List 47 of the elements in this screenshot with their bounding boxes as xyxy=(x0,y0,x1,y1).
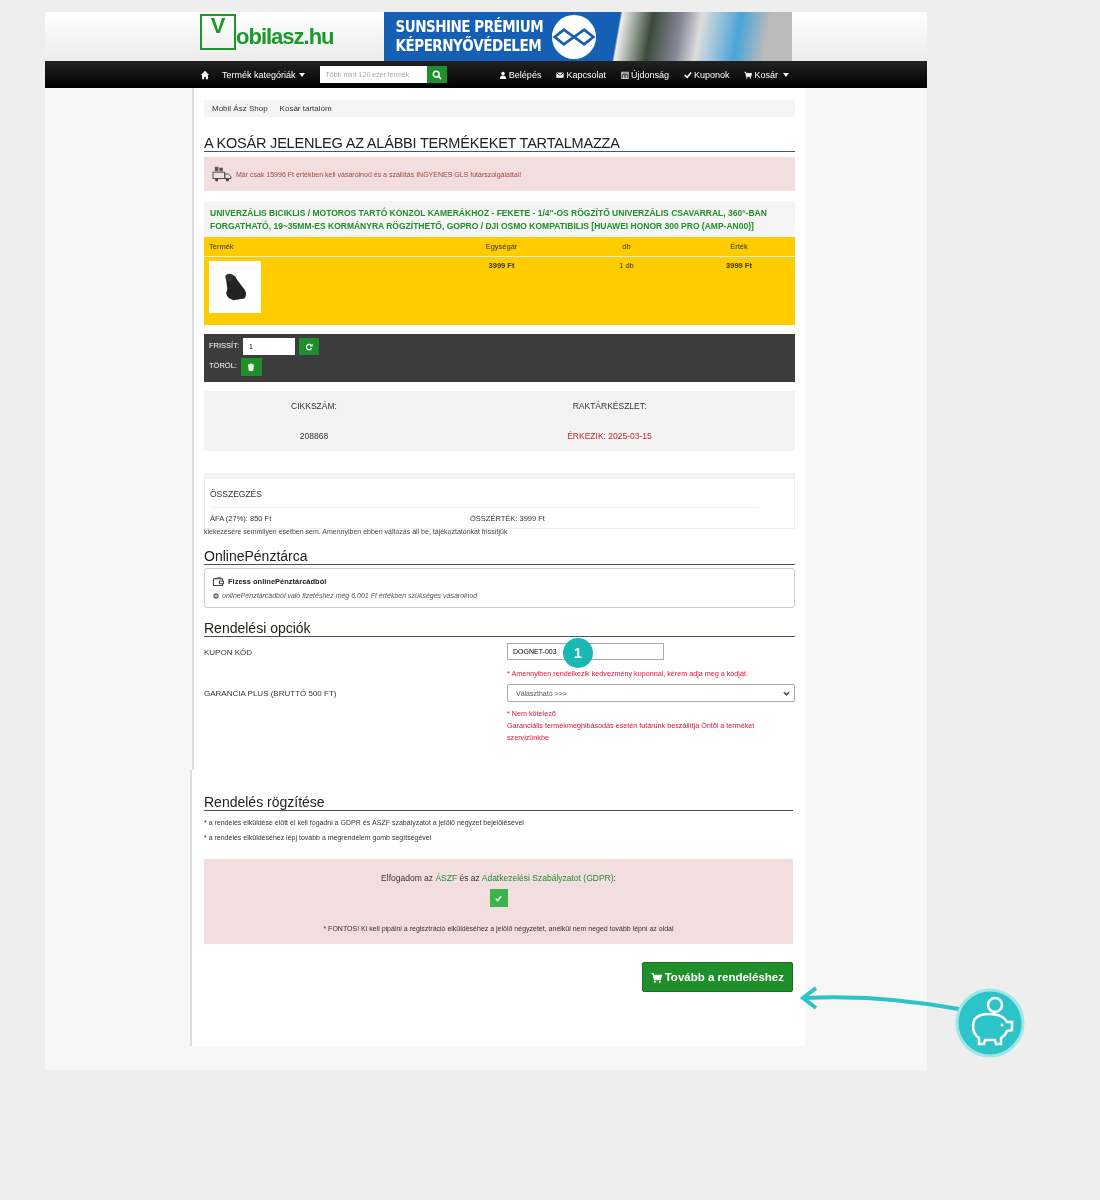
plus-circle-icon xyxy=(213,592,219,599)
coupon-label: KUPON KÓD xyxy=(204,647,253,659)
section-heading: Rendelés rögzítése xyxy=(204,794,793,811)
product-title[interactable]: UNIVERZÁLIS BICIKLIS / MOTOROS TARTÓ KONZOL KAMERÁKHOZ - FEKETE - 1/4"-OS RÖGZÍTŐ UNIVERZÁLIS CSAVARRAL, 360°-BAN FORGATHATÓ, 19~35MM-ES KORMÁNYRA RÖGZÍTHETŐ, GOPRO / DJI OSMO KOMPATIBILIS [HUAWEI HONOR 300 PRO (AMP-AN00)] xyxy=(204,207,795,237)
caret-icon xyxy=(298,72,305,77)
stock-label: RAKTÁRKÉSZLET: xyxy=(572,401,647,411)
delete-button[interactable] xyxy=(240,358,262,376)
brand-emblem-icon xyxy=(551,13,598,60)
warranty-label: GARANCIA PLUS (BRUTTÓ 500 FT) xyxy=(204,688,338,700)
cart-icon xyxy=(650,971,662,983)
refresh-icon xyxy=(305,342,313,351)
breadcrumb-link[interactable]: Kosár tartalom xyxy=(279,104,332,113)
truck-icon xyxy=(212,165,232,183)
nav-link[interactable]: Újdonság xyxy=(620,69,669,80)
continue-order-button[interactable]: Tovább a rendeléshez xyxy=(641,962,793,992)
section-heading: Rendelési opciók xyxy=(204,620,795,637)
checkmark-icon xyxy=(683,70,692,79)
user-icon xyxy=(498,70,507,79)
nav-link[interactable]: Kapcsolat xyxy=(556,69,606,80)
piggy-bank-icon xyxy=(955,988,1025,1058)
search-icon xyxy=(431,69,442,80)
terms-checkbox[interactable] xyxy=(489,889,508,907)
nav-link[interactable]: Belépés xyxy=(498,69,542,80)
trash-icon xyxy=(247,363,256,371)
section-heading: OnlinePénztárca xyxy=(204,548,795,565)
sku-value: 208868 xyxy=(299,431,329,441)
step-badge: 1 xyxy=(563,638,593,668)
category-menu[interactable]: Termék kategóriák xyxy=(222,69,305,80)
stock-status: ÉRKEZIK: 2025-03-15 xyxy=(567,431,652,441)
wallet-icon xyxy=(213,577,224,586)
promo-banner[interactable]: SUNSHINE PRÉMIUM KÉPERNYŐVÉDELEM xyxy=(383,12,792,61)
checkmark-icon xyxy=(494,893,503,903)
chevron-down-icon xyxy=(783,690,790,696)
cart-icon xyxy=(744,70,753,79)
nav-link[interactable]: Kosár xyxy=(744,69,789,80)
site-logo[interactable]: V obilasz.hu xyxy=(200,12,334,50)
envelope-icon xyxy=(556,70,565,79)
breadcrumb-link[interactable]: Mobil Ász Shop xyxy=(212,104,268,113)
home-icon[interactable] xyxy=(200,69,210,80)
refresh-button[interactable] xyxy=(299,338,319,355)
sku-label: CIKKSZÁM: xyxy=(291,401,337,411)
product-photo-placeholder[interactable] xyxy=(209,261,261,313)
section-heading: A KOSÁR JELENLEG AZ ALÁBBI TERMÉKEKET TARTALMAZZA xyxy=(204,135,795,152)
nav-link[interactable]: Kuponok xyxy=(683,69,730,80)
terms-text: Elfogadom az ÁSZF és az Adatkezelési Szabályzatot (GDPR): xyxy=(381,873,616,883)
summary-title: ÖSSZEGZÉS xyxy=(210,489,759,508)
calendar-icon xyxy=(620,70,629,79)
